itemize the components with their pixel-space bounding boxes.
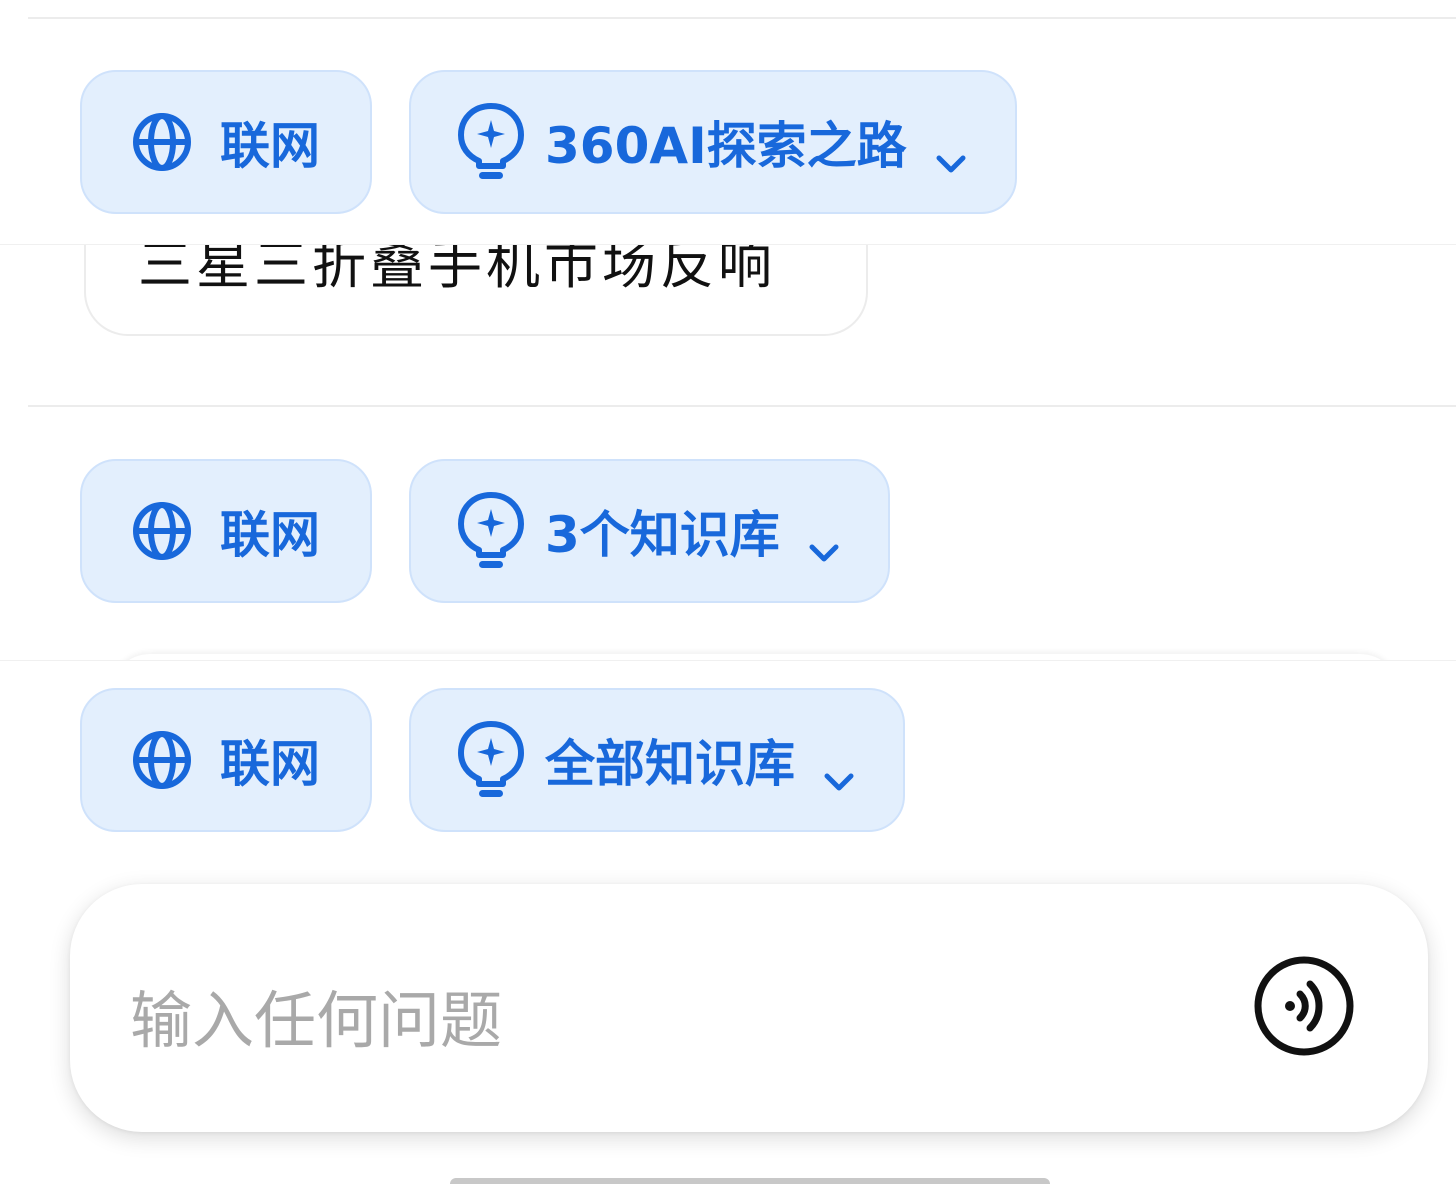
voice-input-button[interactable] <box>1254 956 1354 1056</box>
divider-top <box>28 17 1456 19</box>
message-input-placeholder[interactable]: 输入任何问题 <box>130 970 502 1060</box>
voice-wave-icon <box>1254 956 1354 1056</box>
web-search-label: 联网 <box>220 117 320 175</box>
lightbulb-sparkle-icon <box>455 718 527 802</box>
globe-icon <box>132 112 192 172</box>
knowledge-base-selector[interactable]: 全部知识库 <box>409 688 905 832</box>
web-search-toggle[interactable]: 联网 <box>80 459 372 603</box>
web-search-label: 联网 <box>220 506 320 564</box>
web-search-toggle[interactable]: 联网 <box>80 70 372 214</box>
knowledge-base-selector[interactable]: 3个知识库 <box>409 459 890 603</box>
screen: 三星三折叠手机市场反响 联网 360AI探索之路 联网 3个知识库 联网 全部知… <box>0 0 1456 1184</box>
home-indicator <box>450 1178 1050 1184</box>
knowledge-base-label: 全部知识库 <box>545 735 795 793</box>
web-search-label: 联网 <box>220 735 320 793</box>
globe-icon <box>132 501 192 561</box>
knowledge-base-label: 360AI探索之路 <box>545 117 907 175</box>
globe-icon <box>132 730 192 790</box>
lightbulb-sparkle-icon <box>455 489 527 573</box>
message-input-bar[interactable]: 输入任何问题 <box>70 884 1428 1132</box>
chevron-down-icon <box>806 519 842 562</box>
toolbar-section-1: 联网 360AI探索之路 <box>0 0 1456 245</box>
knowledge-base-label: 3个知识库 <box>545 506 780 564</box>
divider-middle <box>28 405 1456 407</box>
web-search-toggle[interactable]: 联网 <box>80 688 372 832</box>
chevron-down-icon <box>933 130 969 173</box>
knowledge-base-selector[interactable]: 360AI探索之路 <box>409 70 1017 214</box>
chevron-down-icon <box>821 748 857 791</box>
lightbulb-sparkle-icon <box>455 100 527 184</box>
